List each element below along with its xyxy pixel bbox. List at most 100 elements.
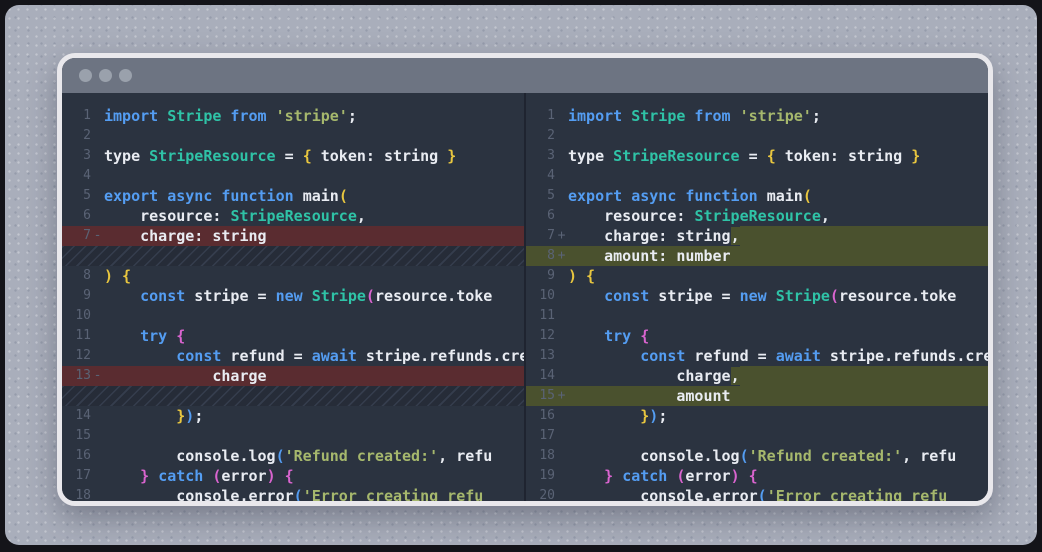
line-gutter: 14 <box>526 366 568 386</box>
line-number: 18 <box>63 486 91 501</box>
line-number: 14 <box>527 366 555 386</box>
code-line: 3type StripeResource = { token: string } <box>526 146 988 166</box>
code-line: 10 const stripe = new Stripe(resource.to… <box>526 286 988 306</box>
code-line: 2 <box>62 126 524 146</box>
line-gutter: 14 <box>62 406 104 426</box>
code-text: console.error('Error creating refu <box>568 486 947 501</box>
line-gutter: 5 <box>62 186 104 206</box>
line-number: 15 <box>63 426 91 446</box>
line-gutter: 6 <box>62 206 104 226</box>
code-line: 13 const refund = await stripe.refunds.c… <box>526 346 988 366</box>
line-number: 16 <box>527 406 555 426</box>
code-line: 18 console.error('Error creating refu <box>62 486 524 501</box>
line-gutter: 9 <box>526 266 568 286</box>
code-text: try { <box>568 326 649 346</box>
line-number: 2 <box>527 126 555 146</box>
code-line: 6 resource: StripeResource, <box>62 206 524 226</box>
line-gutter: 12 <box>526 326 568 346</box>
line-gutter: 1 <box>62 106 104 126</box>
line-gutter: 11 <box>526 306 568 326</box>
code-line: 18 console.log('Refund created:', refu <box>526 446 988 466</box>
line-number: 13 <box>527 346 555 366</box>
diff-sign: + <box>555 386 568 406</box>
code-line: 16 }); <box>526 406 988 426</box>
code-line: 19 } catch (error) { <box>526 466 988 486</box>
line-number: 11 <box>527 306 555 326</box>
diff-panel-old[interactable]: 1import Stripe from 'stripe';23type Stri… <box>62 93 524 501</box>
line-number: 20 <box>527 486 555 501</box>
diff-sign: + <box>555 226 568 246</box>
code-line: 3type StripeResource = { token: string } <box>62 146 524 166</box>
code-text: amount: number <box>568 246 731 266</box>
code-text: ) { <box>568 266 595 286</box>
code-text: console.error('Error creating refu <box>104 486 483 501</box>
line-gutter: 13 <box>526 346 568 366</box>
line-number: 9 <box>63 286 91 306</box>
code-text: resource: StripeResource, <box>568 206 830 226</box>
code-line: 14 charge, <box>526 366 988 386</box>
code-line: 5export async function main( <box>526 186 988 206</box>
code-line: 9 const stripe = new Stripe(resource.tok… <box>62 286 524 306</box>
line-number: 1 <box>527 106 555 126</box>
line-gutter: 12 <box>62 346 104 366</box>
close-button[interactable] <box>79 69 92 82</box>
line-number: 12 <box>527 326 555 346</box>
code-line: 12 try { <box>526 326 988 346</box>
line-gutter: 16 <box>526 406 568 426</box>
code-text: amount <box>568 386 731 406</box>
code-line: 12 const refund = await stripe.refunds.c… <box>62 346 524 366</box>
code-text: } catch (error) { <box>568 466 758 486</box>
maximize-button[interactable] <box>119 69 132 82</box>
line-gutter: 4 <box>526 166 568 186</box>
code-line: 5export async function main( <box>62 186 524 206</box>
code-line: 7+ charge: string, <box>526 226 988 246</box>
line-gutter: 7- <box>62 226 104 246</box>
line-number: 3 <box>63 146 91 166</box>
diff-added-fill <box>740 366 988 386</box>
line-gutter: 18 <box>526 446 568 466</box>
code-line: 14 }); <box>62 406 524 426</box>
code-line: 7- charge: string <box>62 226 524 246</box>
line-gutter: 4 <box>62 166 104 186</box>
code-line: 17 } catch (error) { <box>62 466 524 486</box>
line-number: 9 <box>527 266 555 286</box>
line-gutter: 17 <box>62 466 104 486</box>
line-gutter: 15+ <box>526 386 568 406</box>
code-line: 8+ amount: number <box>526 246 988 266</box>
line-number: 5 <box>63 186 91 206</box>
line-gutter: 13- <box>62 366 104 386</box>
code-text: ) { <box>104 266 131 286</box>
line-gutter: 7+ <box>526 226 568 246</box>
line-gutter: 10 <box>526 286 568 306</box>
code-text: const stripe = new Stripe(resource.toke <box>568 286 956 306</box>
diff-sign: - <box>91 226 104 246</box>
line-number: 17 <box>527 426 555 446</box>
code-text: console.log('Refund created:', refu <box>568 446 956 466</box>
code-text: const refund = await stripe.refunds.cre <box>568 346 988 366</box>
code-line: 9 ) { <box>526 266 988 286</box>
minimize-button[interactable] <box>99 69 112 82</box>
code-line: 6 resource: StripeResource, <box>526 206 988 226</box>
line-number: 4 <box>527 166 555 186</box>
code-line: 1import Stripe from 'stripe'; <box>62 106 524 126</box>
line-number: 19 <box>527 466 555 486</box>
code-line: 2 <box>526 126 988 146</box>
code-line: 10 <box>62 306 524 326</box>
code-line: 1import Stripe from 'stripe'; <box>526 106 988 126</box>
code-text: const refund = await stripe.refunds.cre <box>104 346 524 366</box>
line-number: 14 <box>63 406 91 426</box>
diff-panel-new[interactable]: 1import Stripe from 'stripe';23type Stri… <box>526 93 988 501</box>
line-number: 6 <box>63 206 91 226</box>
code-text: console.log('Refund created:', refu <box>104 446 492 466</box>
diff-sign: + <box>555 246 568 266</box>
line-number: 8 <box>63 266 91 286</box>
line-number: 16 <box>63 446 91 466</box>
diff-sign: - <box>91 366 104 386</box>
line-number: 7 <box>63 226 91 246</box>
code-text: charge: string, <box>568 226 740 246</box>
line-gutter: 11 <box>62 326 104 346</box>
code-line: 11 try { <box>62 326 524 346</box>
diff-editor-window: 1import Stripe from 'stripe';23type Stri… <box>57 53 993 506</box>
diff-added-fill <box>740 226 988 246</box>
line-number: 6 <box>527 206 555 226</box>
